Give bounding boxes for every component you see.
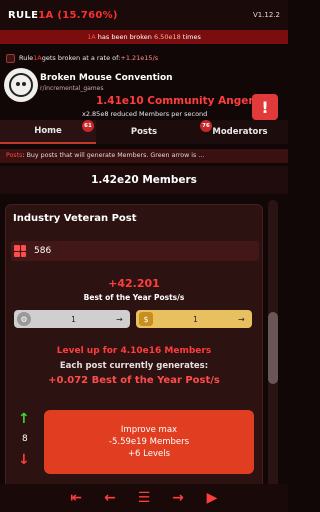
- improve-line2: -5.59e19 Members: [108, 437, 190, 447]
- pill-left-arrow: →: [116, 314, 123, 324]
- pill-left-value: 1: [71, 314, 76, 324]
- improve-max-button[interactable]: Improve max -5.59e19 Members +6 Levels: [44, 410, 254, 474]
- post-generates: +0.072 Best of the Year Post/s: [48, 375, 220, 386]
- gear-cap-icon: ⚙: [17, 312, 31, 326]
- tab-home-badge: 61: [82, 120, 94, 132]
- community-avatar[interactable]: [4, 68, 38, 102]
- tab-moderators-label: Moderators: [212, 127, 268, 137]
- tab-moderators-badge: 76: [200, 120, 212, 132]
- tab-posts[interactable]: Posts: [96, 120, 192, 144]
- angry-face-icon[interactable]: !: [252, 94, 278, 120]
- improve-line1: Improve max: [120, 425, 178, 435]
- rate-value: +1.21e15/s: [120, 54, 159, 62]
- tab-home-label: Home: [34, 126, 62, 136]
- menu-icon[interactable]: ☰: [134, 490, 154, 506]
- increase-arrow-icon[interactable]: ↑: [18, 411, 30, 427]
- pill-right-arrow: →: [238, 314, 245, 324]
- app-name-suffix: 1A: [38, 9, 54, 21]
- decrease-arrow-icon[interactable]: ↓: [18, 452, 30, 468]
- rate-prefix: Rule: [19, 54, 34, 62]
- broken-count: 6.50e18: [153, 33, 181, 41]
- post-title: Industry Veteran Post: [13, 213, 137, 224]
- broken-middle: has been broken: [95, 33, 154, 41]
- post-count: 586: [34, 246, 52, 256]
- info-text: : Buy posts that will generate Members. …: [22, 152, 205, 159]
- app-percent: (15.760%): [57, 9, 118, 21]
- app-name-prefix: RULE: [8, 9, 39, 21]
- members-total: 1.42e20 Members: [0, 166, 288, 194]
- forward-arrow-icon[interactable]: →: [168, 490, 188, 506]
- community-name: Broken Mouse Convention: [40, 73, 173, 83]
- rule-icon: [6, 53, 15, 63]
- tab-bar: Home 61 Posts Moderators 76: [0, 120, 288, 144]
- reduced-members: x2.85e8 reduced Members per second: [82, 110, 208, 118]
- upgrade-pill-right[interactable]: $ 1 →: [136, 310, 252, 328]
- back-arrow-icon[interactable]: ←: [100, 490, 120, 506]
- tab-home[interactable]: Home 61: [0, 120, 96, 144]
- tab-moderators[interactable]: Moderators 76: [192, 120, 288, 144]
- bottom-nav: ⇤ ← ☰ → ▶: [0, 484, 288, 512]
- broken-rule: 1A: [87, 33, 96, 41]
- buy-count: 8: [22, 434, 28, 444]
- pill-right-value: 1: [193, 314, 198, 324]
- rate-middle: gets broken at a rate of:: [41, 54, 121, 62]
- rate-line: Rule 1A gets broken at a rate of: +1.21e…: [6, 50, 282, 66]
- broken-count-line: 1A has been broken 6.50e18 times: [0, 30, 288, 44]
- rate-rule: 1A: [33, 54, 42, 62]
- grid-icon: [14, 245, 26, 257]
- community-anger: 1.41e10 Community Anger: [96, 95, 254, 107]
- each-post-label: Each post currently generates:: [59, 361, 209, 371]
- info-prefix: Posts: [6, 152, 23, 159]
- app-title: RULE1A (15.760%): [8, 10, 118, 21]
- post-count-row: 586: [11, 241, 259, 261]
- community-subreddit: r/incremental_games: [40, 85, 104, 92]
- tab-posts-label: Posts: [130, 127, 158, 137]
- first-page-icon[interactable]: ⇤: [66, 490, 86, 506]
- top-bar: RULE1A (15.760%) V1.12.2: [0, 0, 288, 30]
- post-rate-label: Best of the Year Posts/s: [83, 293, 185, 302]
- version-label: V1.12.2: [252, 11, 280, 19]
- improve-line3: +6 Levels: [127, 449, 171, 459]
- post-rate: +42.201: [108, 277, 160, 290]
- level-up-cost: Level up for 4.10e16 Members: [56, 346, 212, 356]
- info-bar: Posts: Buy posts that will generate Memb…: [0, 149, 288, 163]
- broken-suffix: times: [180, 33, 201, 41]
- scrollbar-thumb[interactable]: [268, 312, 278, 384]
- mouse-face-icon: [9, 73, 33, 97]
- play-icon[interactable]: ▶: [202, 490, 222, 506]
- coin-icon: $: [139, 312, 153, 326]
- upgrade-pill-left[interactable]: ⚙ 1 →: [14, 310, 130, 328]
